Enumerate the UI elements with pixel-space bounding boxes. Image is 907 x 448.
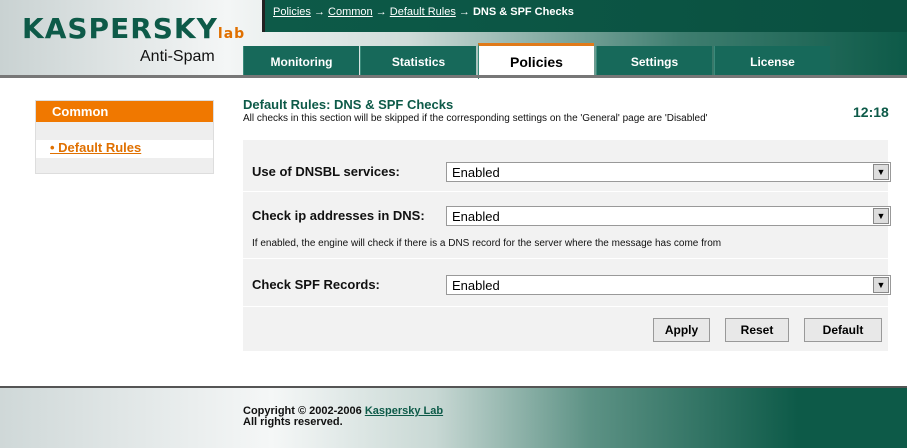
tab-settings[interactable]: Settings <box>596 46 712 76</box>
breadcrumb-sep: → <box>458 6 470 18</box>
spf-value: Enabled <box>452 278 500 293</box>
breadcrumb: Policies → Common → Default Rules → DNS … <box>262 0 907 32</box>
footer <box>0 388 907 448</box>
tab-license[interactable]: License <box>714 46 830 76</box>
chevron-down-icon[interactable]: ▼ <box>873 164 889 180</box>
header-divider <box>0 75 907 78</box>
breadcrumb-sep: → <box>375 6 387 18</box>
default-button[interactable]: Default <box>804 318 882 342</box>
check-ip-hint: If enabled, the engine will check if the… <box>252 238 722 249</box>
page-subtitle: All checks in this section will be skipp… <box>243 113 708 124</box>
dnsbl-value: Enabled <box>452 165 500 180</box>
sidebar: Common • Default Rules <box>35 100 214 174</box>
spf-select[interactable]: Enabled ▼ <box>446 275 891 295</box>
reset-button[interactable]: Reset <box>725 318 789 342</box>
breadcrumb-sep: → <box>313 6 325 18</box>
sidebar-item-label[interactable]: • Default Rules <box>50 140 141 155</box>
sidebar-item-default-rules[interactable]: • Default Rules <box>36 140 213 158</box>
divider <box>243 306 888 307</box>
check-ip-value: Enabled <box>452 209 500 224</box>
breadcrumb-current: DNS & SPF Checks <box>472 6 574 18</box>
dnsbl-select[interactable]: Enabled ▼ <box>446 162 891 182</box>
breadcrumb-policies[interactable]: Policies <box>273 6 311 18</box>
copyright: Copyright © 2002-2006 Kaspersky Lab All … <box>243 406 443 428</box>
divider <box>243 258 888 259</box>
breadcrumb-default-rules[interactable]: Default Rules <box>390 6 456 18</box>
product-name: Anti-Spam <box>140 48 215 65</box>
tab-monitoring[interactable]: Monitoring <box>243 46 359 76</box>
check-ip-select[interactable]: Enabled ▼ <box>446 206 891 226</box>
clock: 12:18 <box>853 104 889 120</box>
spf-label: Check SPF Records: <box>252 277 380 292</box>
tab-statistics[interactable]: Statistics <box>360 46 476 76</box>
kaspersky-logo: KASPERSKYlab <box>22 12 246 45</box>
page-title: Default Rules: DNS & SPF Checks <box>243 97 454 112</box>
rights-text: All rights reserved. <box>243 416 343 428</box>
check-ip-label: Check ip addresses in DNS: <box>252 208 425 223</box>
chevron-down-icon[interactable]: ▼ <box>873 277 889 293</box>
apply-button[interactable]: Apply <box>653 318 710 342</box>
tab-policies[interactable]: Policies <box>478 43 594 79</box>
kaspersky-lab-link[interactable]: Kaspersky Lab <box>365 405 443 417</box>
chevron-down-icon[interactable]: ▼ <box>873 208 889 224</box>
dnsbl-label: Use of DNSBL services: <box>252 164 400 179</box>
divider <box>243 191 888 192</box>
sidebar-header: Common <box>36 101 213 122</box>
breadcrumb-common[interactable]: Common <box>328 6 373 18</box>
